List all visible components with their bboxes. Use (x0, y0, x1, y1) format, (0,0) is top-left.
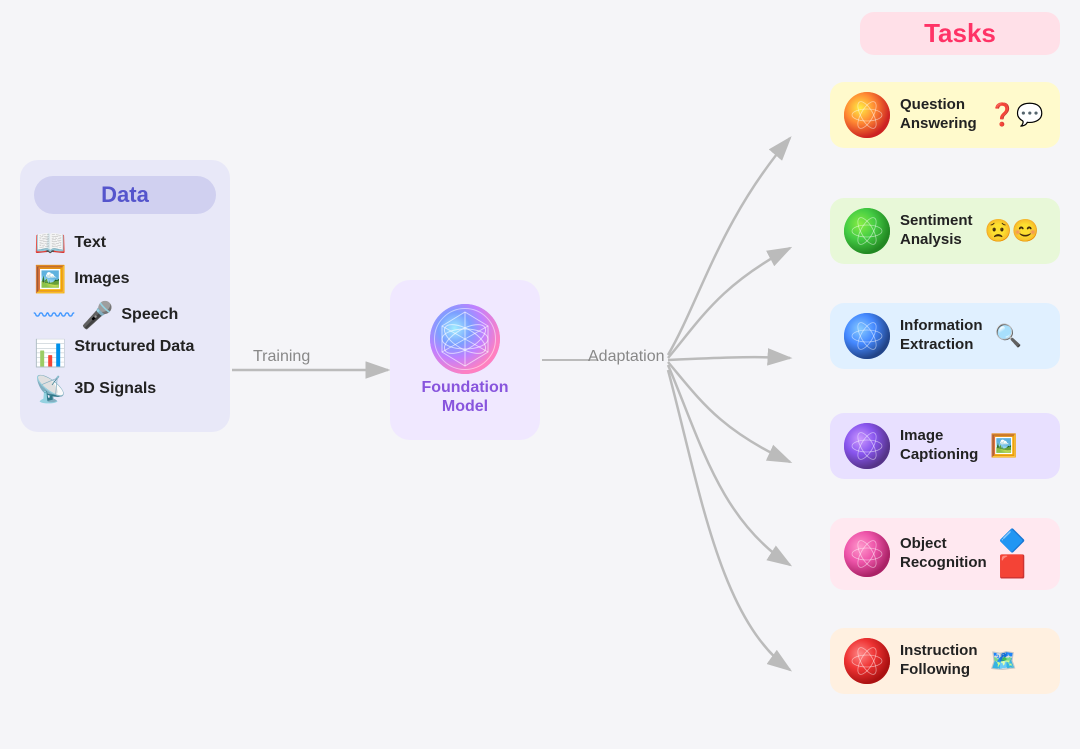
task-orb-ie (844, 313, 890, 359)
tasks-header-label: Tasks (924, 18, 996, 48)
images-icon: 🖼️ (34, 266, 66, 292)
foundation-model-box: Foundation Model (390, 280, 540, 440)
task-card-ie: InformationExtraction 🔍 (830, 303, 1060, 369)
task-orb-ic (844, 423, 890, 469)
task-card-qa: QuestionAnswering ❓💬 (830, 82, 1060, 148)
task-orb-if (844, 638, 890, 684)
qa-icon: ❓💬 (989, 102, 1044, 128)
task-ie-label: InformationExtraction (900, 317, 983, 355)
task-or-label: ObjectRecognition (900, 535, 987, 573)
task-card-sa: SentimentAnalysis 😟😊 (830, 198, 1060, 264)
ic-icon: 🖼️ (990, 433, 1017, 459)
data-item-text: 📖 Text (34, 230, 216, 256)
data-panel: Data 📖 Text 🖼️ Images 〰〰〰 🎤 Speech 📊 Str… (20, 160, 230, 432)
book-icon: 📖 (34, 230, 66, 256)
data-label: Data (34, 176, 216, 214)
sa-icon: 😟😊 (985, 218, 1040, 244)
data-item-images: 🖼️ Images (34, 266, 216, 292)
if-icon: 🗺️ (990, 648, 1017, 674)
task-orb-qa (844, 92, 890, 138)
task-card-ic: ImageCaptioning 🖼️ (830, 413, 1060, 479)
signal-icon: 📡 (34, 376, 66, 402)
task-sa-label: SentimentAnalysis (900, 212, 973, 250)
adaptation-label: Adaptation (588, 348, 665, 366)
task-qa-label: QuestionAnswering (900, 96, 977, 134)
task-orb-or (844, 531, 890, 577)
ie-icon: 🔍 (995, 323, 1022, 349)
tasks-header-box: Tasks (860, 12, 1060, 55)
task-orb-sa (844, 208, 890, 254)
chart-icon: 📊 (34, 340, 66, 366)
data-item-structured: 📊 Structured Data (34, 338, 216, 366)
or-icon: 🔷🟥 (999, 528, 1046, 580)
data-item-3d: 📡 3D Signals (34, 376, 216, 402)
foundation-label: Foundation Model (421, 378, 508, 416)
task-if-label: InstructionFollowing (900, 642, 978, 680)
task-card-if: InstructionFollowing 🗺️ (830, 628, 1060, 694)
data-item-speech: 〰〰〰 🎤 Speech (34, 302, 216, 328)
task-ic-label: ImageCaptioning (900, 427, 978, 465)
task-card-or: ObjectRecognition 🔷🟥 (830, 518, 1060, 590)
foundation-orb (430, 304, 500, 374)
wave-icon: 〰〰〰 (34, 305, 73, 325)
mic-icon: 🎤 (81, 302, 113, 328)
training-label: Training (253, 348, 310, 366)
